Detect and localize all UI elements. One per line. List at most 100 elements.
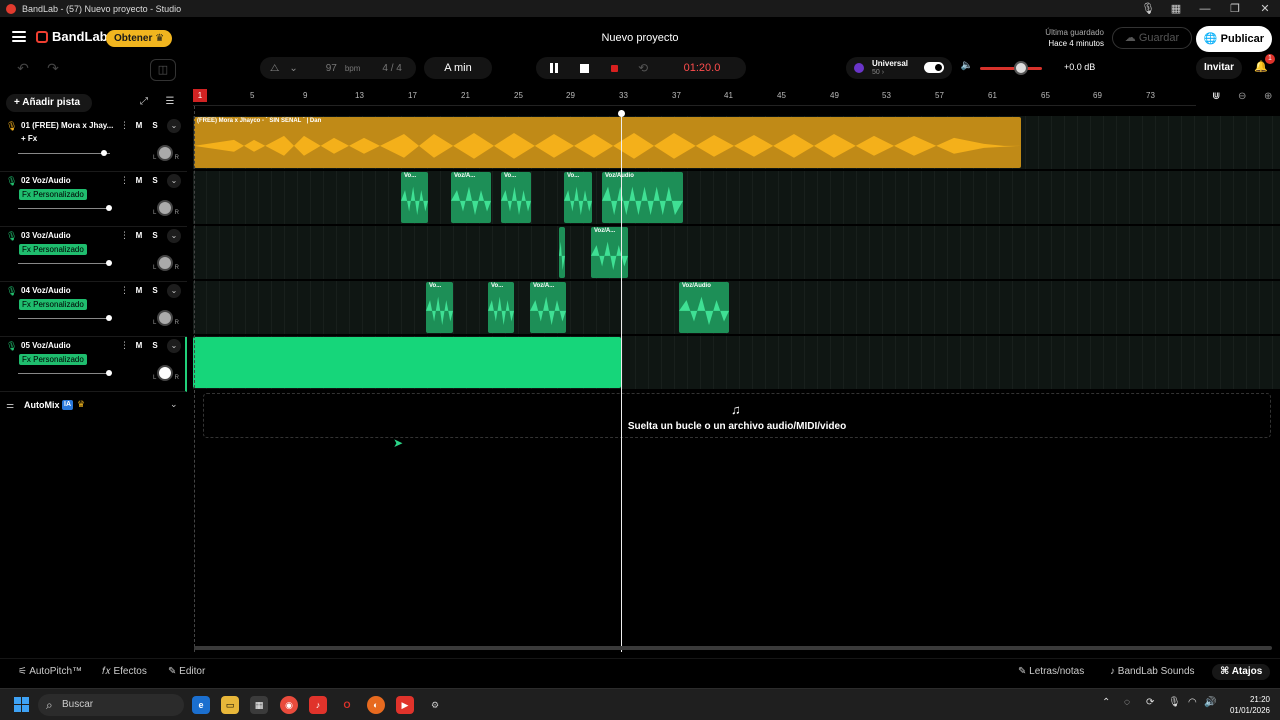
bandlab-taskbar-icon[interactable]: ♪ bbox=[309, 696, 327, 714]
publish-button[interactable]: 🌐 Publicar bbox=[1196, 26, 1272, 52]
track-volume-handle[interactable] bbox=[106, 260, 112, 266]
audio-clip[interactable]: Vo... bbox=[426, 282, 453, 333]
automix-row[interactable]: ⚌ AutoMix IA ♛ ⌄ bbox=[0, 397, 187, 415]
mastering-toggle[interactable] bbox=[924, 62, 944, 73]
magnet-icon[interactable]: ⋓ bbox=[1212, 91, 1220, 102]
audio-clip[interactable]: Voz/Audio bbox=[602, 172, 683, 223]
track-name[interactable]: 01 (FREE) Mora x Jhay... bbox=[21, 121, 113, 130]
invite-button[interactable]: Invitar bbox=[1196, 57, 1242, 79]
edge-icon[interactable]: e bbox=[192, 696, 210, 714]
more-options-icon[interactable]: ⋮ bbox=[120, 285, 129, 296]
chevron-down-icon[interactable]: ⌄ bbox=[167, 174, 181, 188]
speaker-icon[interactable]: 🔈 bbox=[960, 60, 974, 74]
track-volume-slider[interactable] bbox=[18, 153, 110, 154]
microphone-icon[interactable]: 🎙 bbox=[1134, 2, 1162, 15]
solo-button[interactable]: S bbox=[149, 230, 161, 242]
fx-badge[interactable]: Fx Personalizado bbox=[19, 354, 87, 365]
track-name[interactable]: 02 Voz/Audio bbox=[21, 176, 71, 185]
autopitch-button[interactable]: ⚟ AutoPitch™ bbox=[18, 664, 82, 680]
fx-badge[interactable]: Fx Personalizado bbox=[19, 189, 87, 200]
master-volume-handle[interactable] bbox=[1013, 61, 1028, 75]
horizontal-scrollbar[interactable] bbox=[194, 646, 1272, 650]
save-button[interactable]: ☁ Guardar bbox=[1112, 27, 1192, 49]
automation-icon[interactable]: ⤢ bbox=[136, 96, 152, 110]
chevron-down-icon[interactable]: ⌄ bbox=[167, 339, 181, 353]
audio-clip[interactable]: Voz/A... bbox=[591, 227, 628, 278]
effects-button[interactable]: 𝑓𝑥 Efectos bbox=[102, 664, 147, 680]
snap-grid-button[interactable]: ◫ bbox=[150, 59, 176, 81]
mute-button[interactable]: M bbox=[133, 285, 145, 297]
pause-button[interactable] bbox=[546, 57, 562, 79]
zoom-out-icon[interactable]: ⊖ bbox=[1238, 91, 1246, 102]
tray-app-icon[interactable]: ◌ bbox=[1124, 697, 1130, 708]
track-lane[interactable]: Vo... Voz/A... Vo... Vo... Voz/Audio bbox=[193, 171, 1280, 224]
audio-clip[interactable]: Voz/A... bbox=[451, 172, 491, 223]
track-volume-handle[interactable] bbox=[106, 315, 112, 321]
audio-clip[interactable]: Vo... bbox=[401, 172, 428, 223]
master-volume-slider[interactable] bbox=[980, 67, 1042, 70]
track-volume-slider[interactable] bbox=[18, 318, 110, 319]
bpm-value[interactable]: 97 bbox=[326, 63, 337, 74]
audio-clip[interactable]: Voz/Audio bbox=[679, 282, 729, 333]
chevron-down-icon[interactable]: ⌄ bbox=[167, 119, 181, 133]
audio-clip[interactable]: Vo... bbox=[501, 172, 531, 223]
wifi-icon[interactable]: ◠ bbox=[1188, 697, 1197, 708]
solo-button[interactable]: S bbox=[149, 175, 161, 187]
stop-button[interactable] bbox=[576, 57, 592, 79]
metronome-icon[interactable]: ⧍ bbox=[270, 63, 279, 74]
track-header[interactable]: 🎙 01 (FREE) Mora x Jhay... ⋮ M S ⌄ + Fx … bbox=[0, 117, 187, 172]
chevron-down-icon[interactable]: ⌄ bbox=[167, 284, 181, 298]
lyrics-button[interactable]: ✎ Letras/notas bbox=[1018, 664, 1084, 680]
undo-icon[interactable]: ↶ bbox=[10, 60, 36, 80]
track-lane[interactable]: Voz/A... bbox=[193, 226, 1280, 279]
track-lane[interactable] bbox=[193, 336, 1280, 389]
fx-badge[interactable]: Fx Personalizado bbox=[19, 299, 87, 310]
track-name[interactable]: 03 Voz/Audio bbox=[21, 231, 71, 240]
recording-clip[interactable] bbox=[193, 337, 621, 388]
loop-icon[interactable]: ⟲ bbox=[634, 57, 652, 79]
timeline-ruler[interactable]: 1 5 9 13 17 21 25 29 33 37 41 45 49 53 5… bbox=[193, 89, 1280, 106]
volume-icon[interactable]: 🔊 bbox=[1204, 697, 1216, 708]
mute-button[interactable]: M bbox=[133, 175, 145, 187]
store-icon[interactable]: ▦ bbox=[250, 696, 268, 714]
track-name[interactable]: 05 Voz/Audio bbox=[21, 341, 71, 350]
audio-clip[interactable] bbox=[559, 227, 565, 278]
mute-button[interactable]: M bbox=[133, 120, 145, 132]
track-volume-slider[interactable] bbox=[18, 263, 110, 264]
metronome-dropdown-icon[interactable]: ⌄ bbox=[289, 63, 297, 74]
taskbar-search[interactable]: Buscar bbox=[38, 694, 184, 716]
minimize-button[interactable]: — bbox=[1190, 3, 1220, 15]
solo-button[interactable]: S bbox=[149, 120, 161, 132]
track-volume-slider[interactable] bbox=[18, 208, 110, 209]
mixer-icon[interactable]: ☰ bbox=[162, 96, 178, 110]
bandlab-sounds-button[interactable]: ♪ BandLab Sounds bbox=[1110, 664, 1195, 680]
solo-button[interactable]: S bbox=[149, 340, 161, 352]
more-options-icon[interactable]: ⋮ bbox=[120, 120, 129, 131]
playhead[interactable] bbox=[621, 110, 622, 652]
chevron-down-icon[interactable]: ⌄ bbox=[167, 229, 181, 243]
settings-icon[interactable]: ⚙ bbox=[426, 696, 444, 714]
audio-clip[interactable]: Vo... bbox=[564, 172, 592, 223]
sync-icon[interactable]: ⟳ bbox=[1146, 697, 1154, 708]
zoom-in-icon[interactable]: ⊕ bbox=[1264, 91, 1272, 102]
track-lane[interactable]: (FREE) Mora x Jhayco - ` SIN SEÑAL ` | D… bbox=[193, 116, 1280, 169]
chevron-down-icon[interactable]: ⌄ bbox=[170, 399, 178, 410]
track-lane[interactable]: Vo... Vo... Voz/A... Voz/Audio bbox=[193, 281, 1280, 334]
more-options-icon[interactable]: ⋮ bbox=[120, 230, 129, 241]
more-options-icon[interactable]: ⋮ bbox=[120, 175, 129, 186]
mute-button[interactable]: M bbox=[133, 340, 145, 352]
add-fx-button[interactable]: + Fx bbox=[21, 134, 37, 143]
track-header[interactable]: 🎙 05 Voz/Audio ⋮ M S ⌄ Fx Personalizado … bbox=[0, 337, 187, 392]
opera-icon[interactable]: O bbox=[338, 696, 356, 714]
close-button[interactable]: ✕ bbox=[1250, 2, 1280, 15]
panel-icon[interactable]: ▦ bbox=[1162, 2, 1190, 15]
restore-button[interactable]: ❐ bbox=[1220, 2, 1250, 15]
track-volume-slider[interactable] bbox=[18, 373, 110, 374]
more-options-icon[interactable]: ⋮ bbox=[120, 340, 129, 351]
editor-button[interactable]: ✎ Editor bbox=[168, 664, 205, 680]
folder-icon[interactable]: ▭ bbox=[221, 696, 239, 714]
drop-zone[interactable]: ♫ Suelta un bucle o un archivo audio/MID… bbox=[203, 393, 1271, 438]
microphone-icon[interactable]: 🎙 bbox=[1168, 697, 1181, 708]
add-track-button[interactable]: + Añadir pista bbox=[6, 94, 92, 112]
chevron-up-icon[interactable]: ⌃ bbox=[1102, 697, 1110, 708]
